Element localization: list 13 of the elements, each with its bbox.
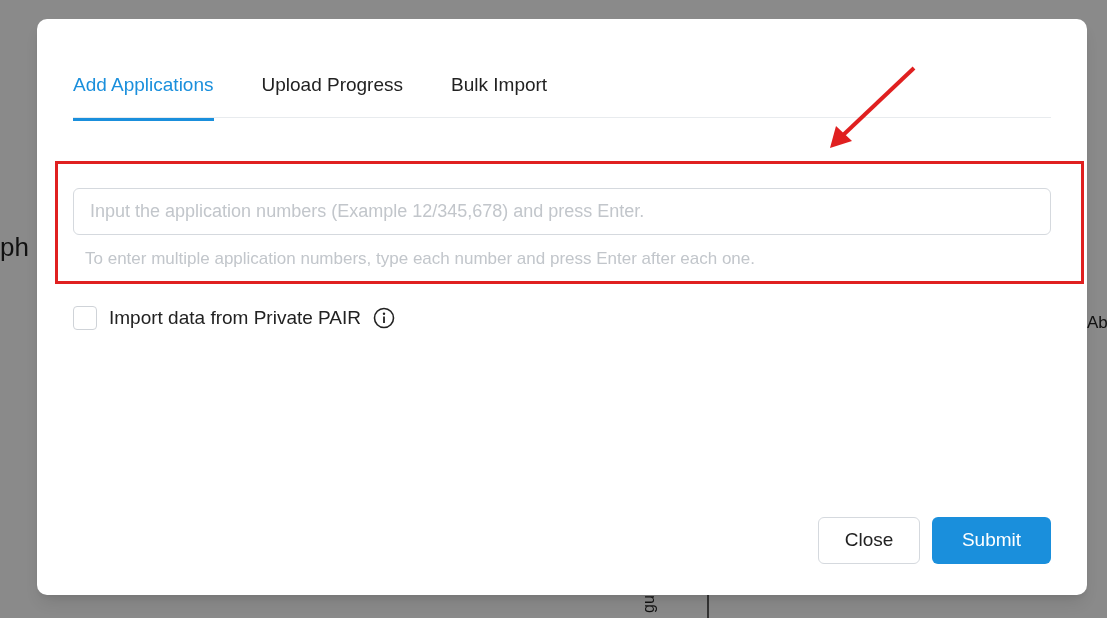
tab[interactable]: Add Applications	[73, 71, 214, 121]
background-text: Ab	[1087, 312, 1107, 334]
tab[interactable]: Upload Progress	[261, 71, 404, 121]
input-field[interactable]: Input the application numbers (Example 12/345,678) and press Enter.	[73, 188, 1051, 235]
checkbox-label: Import data from Private PAIR	[109, 306, 361, 330]
submit-button[interactable]: Submit	[932, 517, 1051, 564]
info-icon[interactable]	[373, 307, 395, 330]
close-button[interactable]: Close	[818, 517, 920, 564]
helper-text: To enter multiple application numbers, type each number and press Enter after each one.	[85, 248, 755, 270]
background-text: gu	[638, 595, 658, 613]
background-text: ph	[0, 231, 29, 264]
checkbox[interactable]	[73, 306, 97, 331]
tab[interactable]: Bulk Import	[451, 71, 548, 121]
